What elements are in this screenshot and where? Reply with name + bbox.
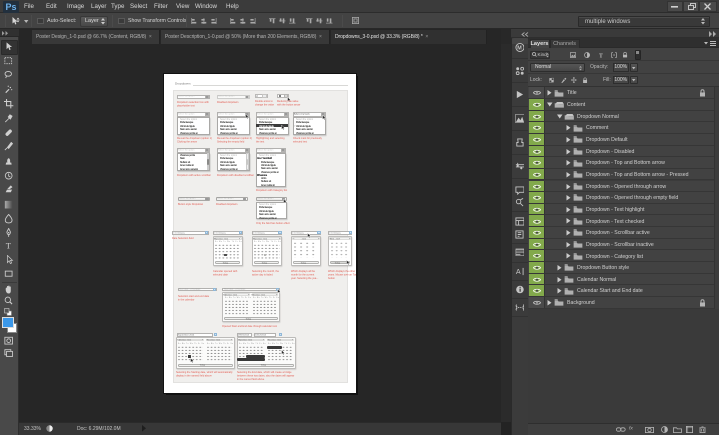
svg-text:M: M (517, 45, 522, 51)
svg-text:T: T (599, 53, 603, 58)
svg-text:A: A (515, 267, 520, 276)
svg-text:T: T (6, 241, 12, 250)
